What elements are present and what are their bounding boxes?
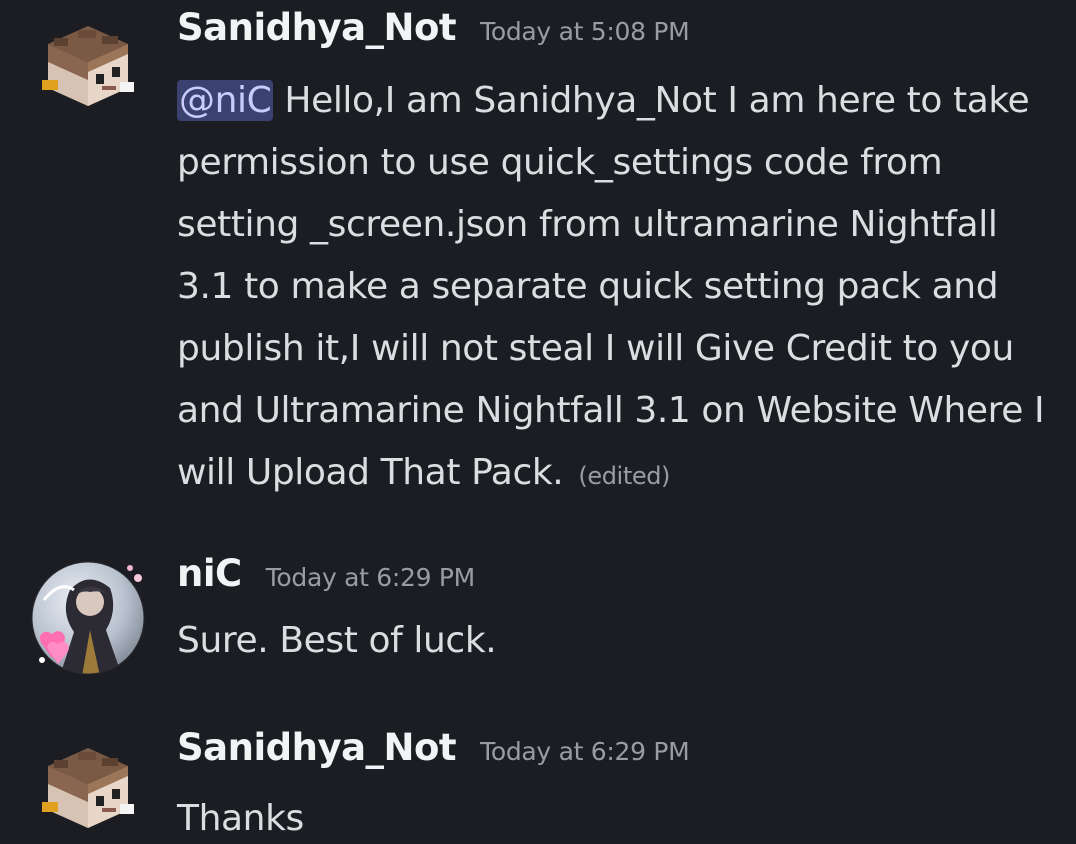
user-avatar[interactable] bbox=[30, 732, 146, 844]
minecraft-head-avatar-icon bbox=[42, 26, 134, 106]
message-text: Thanks bbox=[177, 798, 304, 839]
message-timestamp[interactable]: Today at 5:08 PM bbox=[480, 17, 690, 46]
message-text: @niC Hello,I am Sanidhya_Not I am here t… bbox=[177, 70, 1056, 507]
anime-avatar-icon bbox=[31, 561, 145, 675]
minecraft-head-avatar-icon bbox=[42, 748, 134, 828]
message-author[interactable]: Sanidhya_Not bbox=[177, 726, 457, 769]
message-text: Sure. Best of luck. bbox=[177, 620, 497, 661]
message-author[interactable]: niC bbox=[177, 552, 242, 595]
message-timestamp[interactable]: Today at 6:29 PM bbox=[480, 737, 690, 766]
user-avatar[interactable] bbox=[30, 560, 146, 676]
chat-log: Sanidhya_Not Today at 5:08 PM @niC Hello… bbox=[0, 0, 1076, 844]
edited-label: (edited) bbox=[578, 462, 670, 490]
message-author[interactable]: Sanidhya_Not bbox=[177, 6, 457, 49]
user-avatar[interactable] bbox=[30, 10, 146, 126]
message-timestamp[interactable]: Today at 6:29 PM bbox=[266, 563, 476, 592]
message-body: Hello,I am Sanidhya_Not I am here to tak… bbox=[177, 80, 1045, 493]
user-mention[interactable]: @niC bbox=[177, 80, 274, 121]
